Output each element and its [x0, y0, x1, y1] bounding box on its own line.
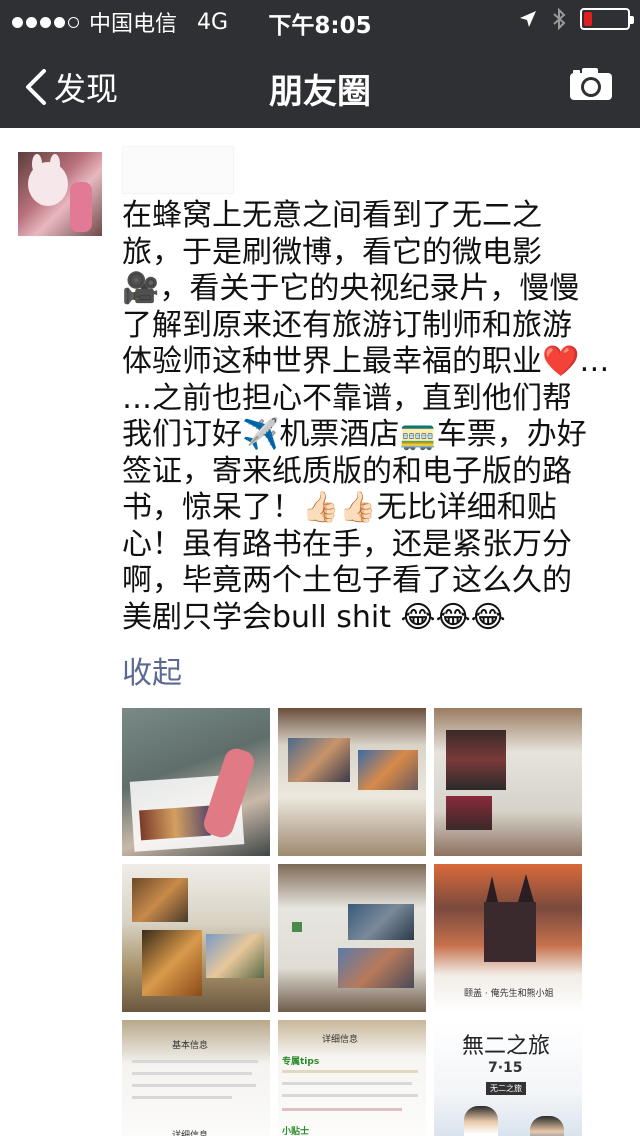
person-photo — [464, 1106, 498, 1136]
status-right — [518, 7, 634, 31]
photo-thumbnail[interactable] — [278, 864, 426, 1012]
location-arrow-icon — [520, 11, 536, 27]
post-text-line: 美剧只学会bull shit 😂😂😂 — [122, 599, 506, 635]
avatar[interactable] — [18, 152, 102, 236]
text-line — [132, 1060, 258, 1063]
poster-brand: 无二之旅 — [486, 1082, 526, 1095]
photo-caption: 基本信息 — [172, 1041, 209, 1051]
post-text-line: 在蜂窝上无意之间看到了无二之 — [122, 198, 542, 233]
post-text-line: 书，惊呆了！👍🏻👍🏻无比详细和贴 — [122, 490, 557, 525]
post-text: 在蜂窝上无意之间看到了无二之 旅，于是刷微博，看它的微电影 🎥，看关于它的央视纪… — [122, 198, 618, 636]
interior-photo — [446, 730, 506, 790]
photo-caption: 详细信息 — [322, 1035, 359, 1045]
photo-thumbnail[interactable]: 基本信息 详细信息 — [122, 1020, 270, 1136]
photo-thumbnail[interactable] — [122, 708, 270, 856]
photo-caption: 详细信息 — [172, 1131, 209, 1136]
street-photo — [338, 948, 414, 988]
photo-caption: 颐盖 · 俺先生和熊小姐 — [464, 989, 554, 999]
city-photo — [288, 738, 350, 782]
interior-photo — [446, 796, 492, 830]
text-line — [132, 1084, 256, 1087]
post-text-line: 签证，寄来纸质版的和电子版的路 — [122, 453, 572, 489]
navigation-bar: 发现 朋友圈 — [0, 40, 640, 128]
status-bar: 中国电信 4G 下午8:05 — [0, 0, 640, 40]
map-marker — [292, 922, 302, 932]
text-line — [282, 1108, 402, 1111]
battery-level — [584, 12, 592, 26]
poster-title: 無二之旅 — [462, 1034, 551, 1059]
city-photo — [206, 934, 264, 978]
photo-caption: 小贴士 — [282, 1127, 310, 1136]
bluetooth-icon — [553, 7, 566, 31]
photo-caption: 专属tips — [282, 1057, 320, 1067]
post-text-line: …之前也担心不靠谱，直到他们帮 — [122, 380, 572, 416]
post-text-line: 心！虽有路书在手，还是紧张万分 — [122, 526, 572, 562]
person-photo — [530, 1116, 564, 1136]
text-line — [282, 1082, 412, 1085]
post-text-line: 旅，于是刷微博，看它的微电影 — [122, 234, 542, 270]
photo-thumbnail[interactable]: 颐盖 · 俺先生和熊小姐 — [434, 864, 582, 1012]
photo-thumbnail[interactable] — [122, 864, 270, 1012]
cathedral-photo — [484, 874, 536, 962]
city-photo — [139, 805, 211, 841]
text-line — [132, 1096, 232, 1099]
post-text-line: 了解到原来还有旅游订制师和旅游 — [122, 307, 572, 343]
photo-thumbnail[interactable]: 详细信息 专属tips 小贴士 — [278, 1020, 426, 1136]
avatar-face — [28, 162, 68, 206]
street-photo — [348, 904, 414, 940]
photo-thumbnail[interactable] — [434, 708, 582, 856]
photo-thumbnail[interactable]: 無二之旅 7·15 无二之旅 — [434, 1020, 582, 1136]
post-text-line: 我们订好✈️机票酒店🚃车票，办好 — [122, 417, 587, 452]
food-photo — [132, 878, 188, 922]
text-line — [132, 1072, 252, 1075]
page-title: 朋友圈 — [269, 72, 371, 112]
photo-thumbnail[interactable] — [278, 708, 426, 856]
food-photo — [142, 930, 202, 996]
avatar-figure — [70, 182, 92, 232]
text-line — [282, 1094, 418, 1097]
post-text-line: 体验师这种世界上最幸福的职业❤️… — [122, 344, 610, 379]
poster-date: 7·15 — [488, 1060, 523, 1076]
camera-icon[interactable] — [568, 66, 614, 102]
battery-icon — [580, 8, 634, 30]
user-name[interactable] — [122, 146, 234, 194]
post-text-line: 啊，毕竟两个土包子看了这么久的 — [122, 563, 572, 598]
post-text-line: 🎥，看关于它的央视纪录片，慢慢 — [122, 271, 580, 306]
collapse-link[interactable]: 收起 — [122, 648, 182, 692]
text-line — [282, 1070, 418, 1073]
city-photo — [358, 750, 418, 790]
